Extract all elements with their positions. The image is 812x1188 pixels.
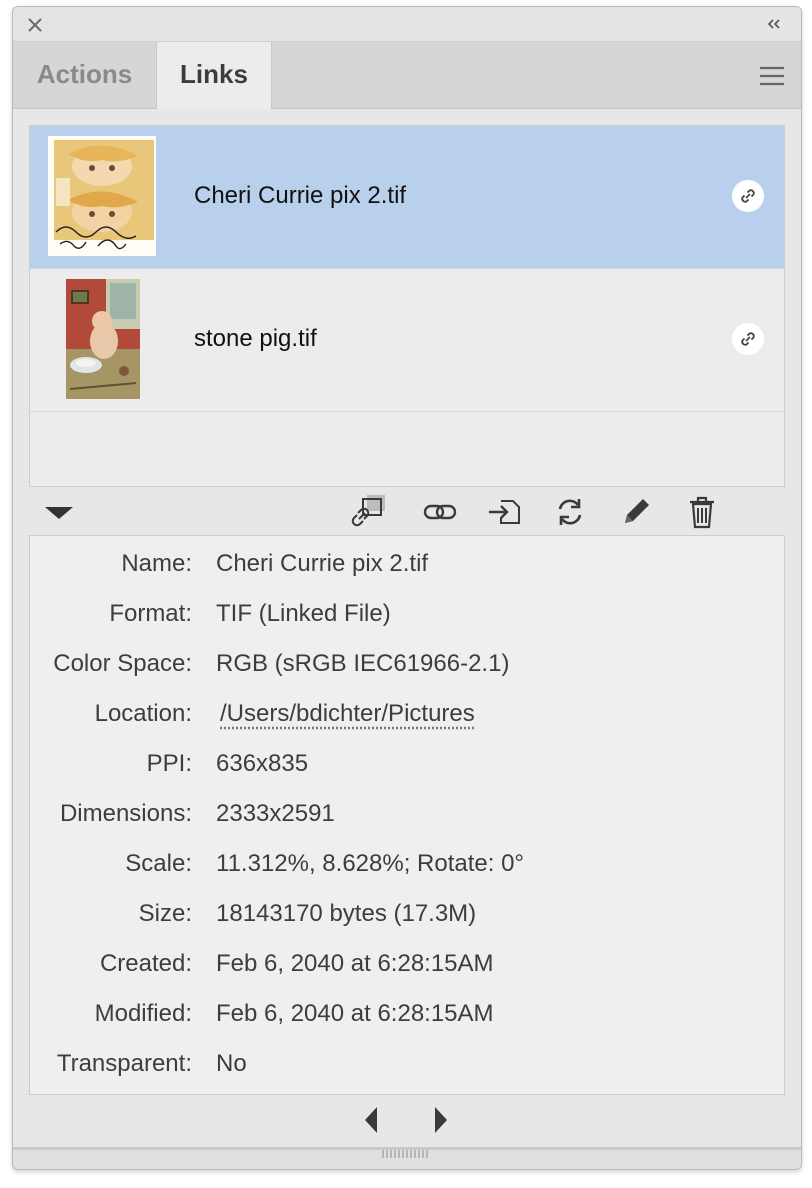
- info-label: Name:: [121, 550, 192, 577]
- info-value: Feb 6, 2040 at 6:28:15AM: [216, 950, 494, 977]
- info-value: Feb 6, 2040 at 6:28:15AM: [216, 1000, 494, 1027]
- tab-actions[interactable]: Actions: [13, 42, 156, 108]
- photo-thumbnail: [48, 136, 156, 256]
- collapse-icon[interactable]: [765, 17, 783, 31]
- triangle-left-icon[interactable]: [361, 1105, 381, 1135]
- link-name: stone pig.tif: [194, 325, 317, 352]
- info-label: Scale:: [125, 850, 192, 877]
- info-label: PPI:: [146, 750, 192, 777]
- info-row-location: Location: /Users/bdichter/Pictures: [30, 700, 784, 740]
- relink-library-icon[interactable]: [351, 495, 385, 529]
- resize-grip-icon[interactable]: [381, 1149, 431, 1159]
- info-label: Location:: [94, 700, 192, 727]
- tab-links[interactable]: Links: [156, 42, 272, 109]
- go-to-link-icon[interactable]: [487, 495, 521, 529]
- link-row-cheri-currie[interactable]: Cheri Currie pix 2.tif: [30, 126, 784, 269]
- info-row-scale: Scale: 11.312%, 8.628%; Rotate: 0°: [30, 850, 784, 890]
- painting-thumbnail: [66, 279, 140, 399]
- info-label: Created:: [99, 950, 192, 977]
- info-value: 18143170 bytes (17.3M): [216, 900, 477, 927]
- refresh-icon[interactable]: [553, 495, 587, 529]
- info-label: Dimensions:: [59, 800, 192, 827]
- chain-link-icon[interactable]: [423, 495, 457, 529]
- link-status-icon[interactable]: [732, 180, 764, 212]
- hamburger-menu-icon[interactable]: [759, 66, 785, 86]
- trash-icon[interactable]: [685, 495, 719, 529]
- link-status-icon[interactable]: [732, 323, 764, 355]
- info-value: TIF (Linked File): [216, 600, 391, 627]
- info-row-name: Name: Cheri Currie pix 2.tif: [30, 550, 784, 590]
- info-label: Modified:: [94, 1000, 192, 1027]
- panel-titlebar: [13, 7, 801, 41]
- link-name: Cheri Currie pix 2.tif: [194, 182, 407, 209]
- info-label: Color Space:: [53, 650, 192, 677]
- info-value: Cheri Currie pix 2.tif: [216, 550, 429, 577]
- triangle-right-icon[interactable]: [431, 1105, 451, 1135]
- link-row-stone-pig[interactable]: stone pig.tif: [30, 269, 784, 412]
- info-label: Format:: [109, 600, 192, 627]
- pencil-icon[interactable]: [619, 495, 653, 529]
- info-row-dimensions: Dimensions: 2333x2591: [30, 800, 784, 840]
- tab-bar: Actions Links: [13, 41, 801, 109]
- info-row-size: Size: 18143170 bytes (17.3M): [30, 900, 784, 940]
- info-value: 11.312%, 8.628%; Rotate: 0°: [216, 850, 525, 877]
- info-row-color-space: Color Space: RGB (sRGB IEC61966-2.1): [30, 650, 784, 690]
- info-value: No: [216, 1050, 247, 1077]
- links-panel: Actions Links Cheri Currie pix 2.tif sto…: [12, 6, 802, 1170]
- link-info-panel: Name: Cheri Currie pix 2.tif Format: TIF…: [29, 535, 785, 1095]
- close-icon[interactable]: [25, 15, 45, 35]
- info-value: 636x835: [216, 750, 309, 777]
- info-row-ppi: PPI: 636x835: [30, 750, 784, 790]
- info-value: RGB (sRGB IEC61966-2.1): [216, 650, 510, 677]
- location-link[interactable]: /Users/bdichter/Pictures: [220, 700, 475, 728]
- info-value: 2333x2591: [216, 800, 335, 827]
- info-row-transparent: Transparent: No: [30, 1050, 784, 1090]
- info-row-created: Created: Feb 6, 2040 at 6:28:15AM: [30, 950, 784, 990]
- links-toolbar: [13, 489, 801, 535]
- info-row-modified: Modified: Feb 6, 2040 at 6:28:15AM: [30, 1000, 784, 1040]
- links-list: Cheri Currie pix 2.tif stone pig.tif: [29, 125, 785, 487]
- info-label: Transparent:: [56, 1050, 192, 1077]
- info-label: Size:: [138, 900, 192, 927]
- triangle-down-icon[interactable]: [43, 505, 75, 521]
- info-row-format: Format: TIF (Linked File): [30, 600, 784, 640]
